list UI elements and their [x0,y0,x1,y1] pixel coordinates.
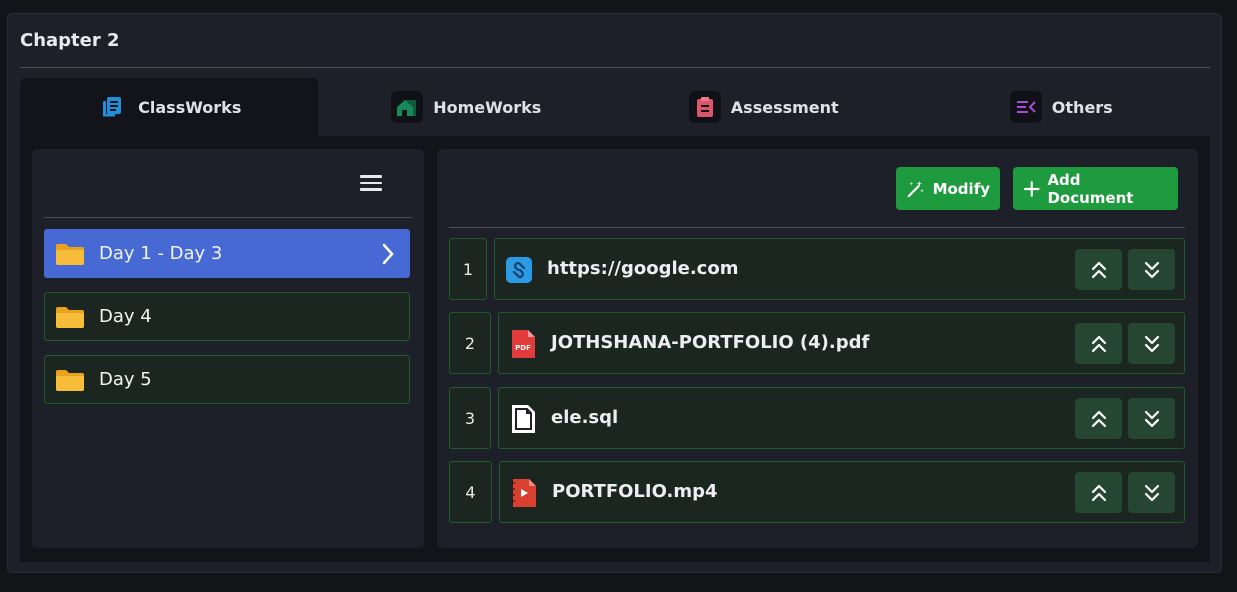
document-name[interactable]: ele.sql [551,388,618,448]
double-chevron-up-icon [1091,335,1106,352]
pdf-file-icon: PDF [512,330,535,358]
double-chevron-down-icon [1144,335,1159,352]
chapter-card: Chapter 2 ClassWorks HomeWorks Assessmen… [7,13,1222,573]
folder-label: Day 5 [99,369,152,390]
row-number: 2 [449,312,491,374]
file-icon [512,405,535,433]
menu-icon[interactable] [356,171,386,195]
move-up-button[interactable] [1075,323,1122,364]
double-chevron-up-icon [1091,261,1106,278]
tab-classworks[interactable]: ClassWorks [20,78,318,136]
folder-item[interactable]: Day 5 [44,355,410,404]
folder-label: Day 1 - Day 3 [99,243,223,264]
row-number: 3 [449,387,491,449]
document-row: 2 PDF JOTHSHANA-PORTFOLIO (4).pdf [449,312,1185,374]
double-chevron-up-icon [1091,484,1106,501]
document-item: PORTFOLIO.mp4 [499,461,1185,523]
tab-label: Others [1051,97,1113,117]
tab-label: Assessment [730,97,839,117]
document-item: ele.sql [498,387,1185,449]
folder-panel: Day 1 - Day 3 Day 4 Day 5 [32,149,424,548]
tab-assessment[interactable]: Assessment [615,78,913,136]
double-chevron-down-icon [1144,410,1159,427]
move-up-button[interactable] [1075,249,1122,290]
link-icon [506,257,532,283]
clipboard-icon [688,91,721,123]
plus-icon [1023,180,1040,197]
folder-divider [44,217,412,218]
document-name[interactable]: https://google.com [547,239,738,299]
move-down-button[interactable] [1128,472,1175,513]
tab-content: Day 1 - Day 3 Day 4 Day 5 Modify Add Doc… [20,136,1210,562]
pdf-icon-label: PDF [515,344,531,352]
document-row: 3 ele.sql [449,387,1185,449]
documents-divider [449,227,1185,228]
chapter-title: Chapter 2 [20,30,120,51]
folder-label: Day 4 [99,306,152,327]
add-document-button[interactable]: Add Document [1013,167,1178,210]
folder-item[interactable]: Day 1 - Day 3 [44,229,410,278]
modify-label: Modify [932,179,990,198]
move-down-button[interactable] [1128,249,1175,290]
move-up-button[interactable] [1075,472,1122,513]
folder-icon [56,369,84,391]
tab-label: ClassWorks [138,97,242,117]
folder-item[interactable]: Day 4 [44,292,410,341]
document-name[interactable]: PORTFOLIO.mp4 [552,462,718,522]
double-chevron-up-icon [1091,410,1106,427]
row-number: 4 [449,461,492,523]
double-chevron-down-icon [1144,261,1159,278]
tab-others[interactable]: Others [913,78,1211,136]
chevron-right-icon [382,243,394,265]
document-name[interactable]: JOTHSHANA-PORTFOLIO (4).pdf [551,313,869,373]
double-chevron-down-icon [1144,484,1159,501]
move-down-button[interactable] [1128,323,1175,364]
list-collapse-icon [1009,91,1042,123]
add-document-label: Add Document [1047,170,1134,207]
move-down-button[interactable] [1128,398,1175,439]
tab-label: HomeWorks [433,97,542,117]
row-number: 1 [449,238,487,300]
magic-wand-icon [907,180,924,197]
house-icon [391,91,424,123]
modify-button[interactable]: Modify [896,167,1000,210]
folder-icon [56,306,84,328]
tab-bar: ClassWorks HomeWorks Assessment Others [20,78,1210,136]
move-up-button[interactable] [1075,398,1122,439]
video-file-icon [513,479,536,507]
document-item: PDF JOTHSHANA-PORTFOLIO (4).pdf [498,312,1185,374]
documents-panel: Modify Add Document 1 https://google.com… [437,149,1198,548]
document-row: 4 PORTFOLIO.mp4 [449,461,1185,523]
document-item: https://google.com [494,238,1185,300]
book-stack-icon [96,91,128,123]
document-row: 1 https://google.com [449,238,1185,300]
folder-icon [56,243,84,265]
tab-homeworks[interactable]: HomeWorks [318,78,616,136]
title-divider [20,67,1210,68]
